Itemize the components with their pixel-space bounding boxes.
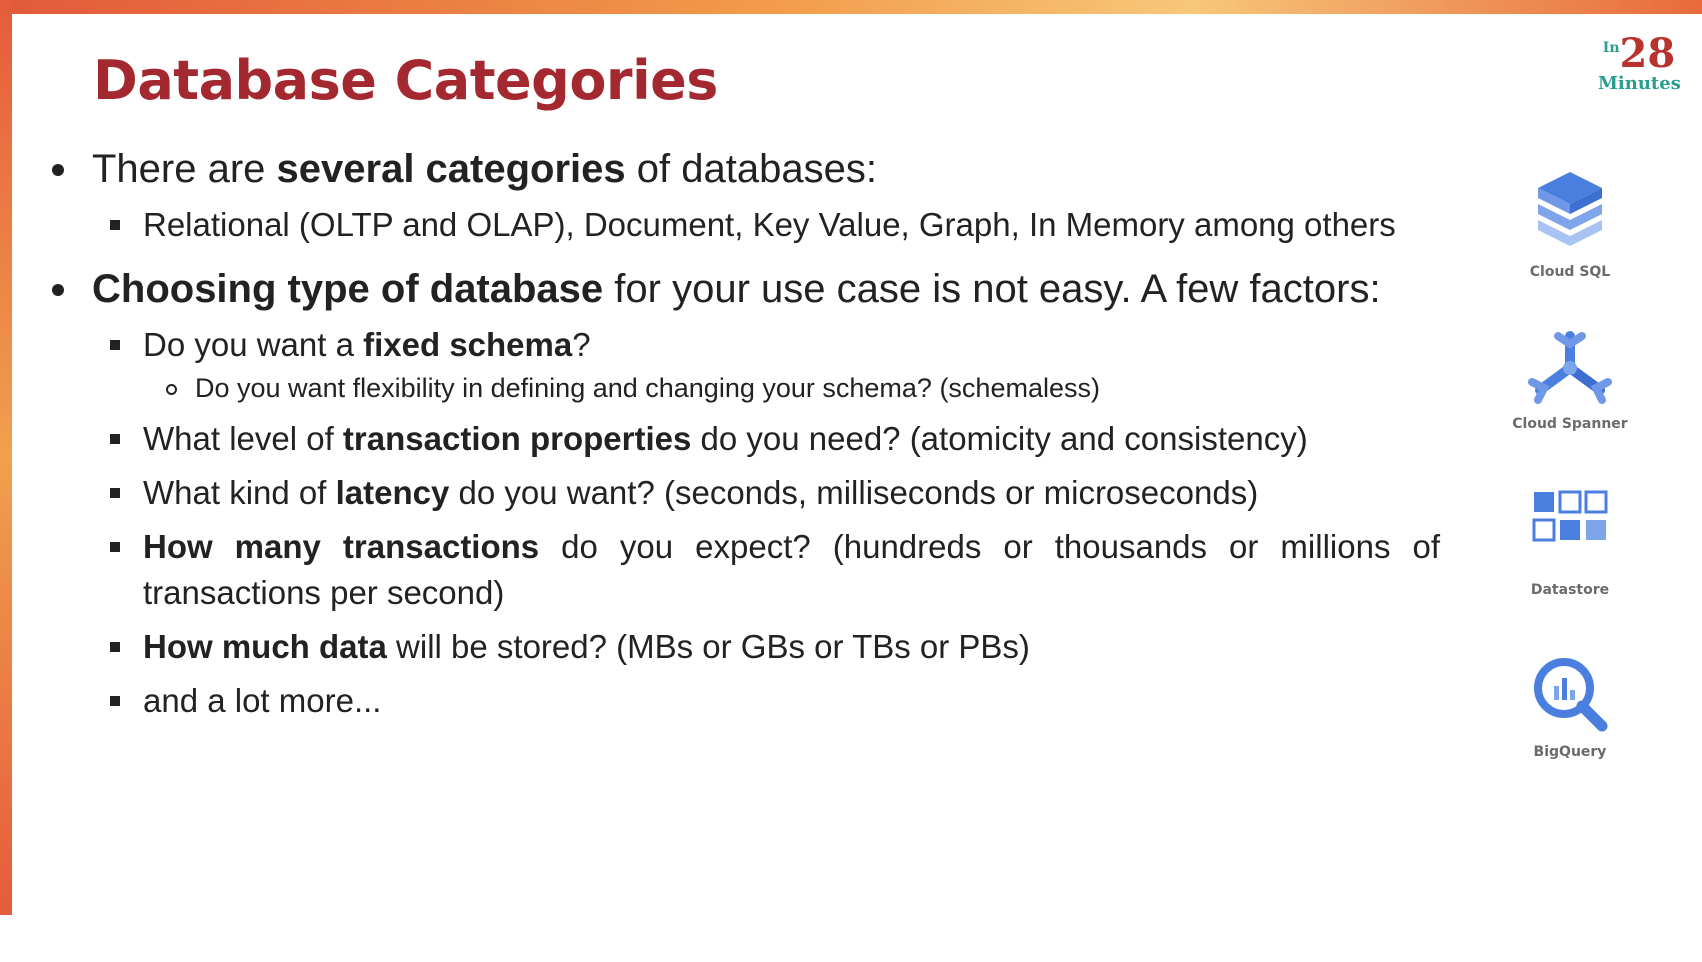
factor-schema: Do you want a fixed schema? (50, 322, 1440, 368)
square-bullet (110, 642, 120, 652)
sub-bullet-types: Relational (OLTP and OLAP), Document, Ke… (50, 202, 1440, 248)
bold-text: several categories (276, 147, 626, 191)
bigquery-product: BigQuery (1495, 654, 1645, 760)
slide-title: Database Categories (93, 49, 718, 112)
bold-text: transaction properties (342, 420, 692, 457)
square-bullet (110, 696, 120, 706)
cloud-spanner-label: Cloud Spanner (1512, 416, 1628, 432)
cloud-sql-product: Cloud SQL (1495, 170, 1645, 280)
bold-text: How much data (143, 628, 387, 665)
datastore-label: Datastore (1530, 582, 1610, 598)
datastore-icon (1532, 490, 1608, 542)
circle-bullet (166, 384, 177, 395)
bottom-strip (0, 915, 1702, 962)
bold-text: Choosing type of database (92, 267, 604, 311)
square-bullet (110, 220, 120, 230)
cloud-spanner-icon (1528, 331, 1612, 404)
slide: Database Categories In28 Minutes There a… (0, 0, 1702, 962)
factor-schema-sub: Do you want flexibility in defining and … (50, 368, 1440, 408)
square-bullet (110, 340, 120, 350)
factor-transactions: What level of transaction properties do … (50, 416, 1440, 462)
bold-text: fixed schema (363, 326, 573, 363)
logo-prefix: In (1602, 40, 1620, 56)
bullet-list: There are several categories of database… (50, 140, 1440, 724)
bullet-choosing: Choosing type of database for your use c… (50, 260, 1440, 318)
square-bullet (110, 488, 120, 498)
left-accent-bar (0, 0, 12, 915)
bigquery-label: BigQuery (1533, 744, 1607, 760)
logo-suffix: Minutes (1598, 73, 1681, 94)
cloud-sql-icon (1538, 172, 1602, 246)
factor-data-volume: How much data will be stored? (MBs or GB… (50, 624, 1440, 670)
factor-throughput: How many transactions do you expect? (hu… (50, 524, 1440, 616)
bold-text: How many transactions (143, 528, 540, 565)
square-bullet (110, 434, 120, 444)
cloud-spanner-product: Cloud Spanner (1495, 330, 1645, 432)
factor-latency: What kind of latency do you want? (secon… (50, 470, 1440, 516)
top-accent-bar (0, 0, 1702, 14)
cloud-sql-label: Cloud SQL (1529, 264, 1611, 280)
bullet-dot (52, 284, 64, 296)
bullet-categories: There are several categories of database… (50, 140, 1440, 198)
bullet-dot (52, 164, 64, 176)
logo-number: 28 (1619, 30, 1676, 77)
bold-text: latency (335, 474, 450, 511)
bigquery-icon (1534, 658, 1608, 732)
in28minutes-logo: In28 Minutes (1598, 30, 1681, 98)
factor-more: and a lot more... (50, 678, 1440, 724)
square-bullet (110, 542, 120, 552)
datastore-product: Datastore (1495, 488, 1645, 598)
